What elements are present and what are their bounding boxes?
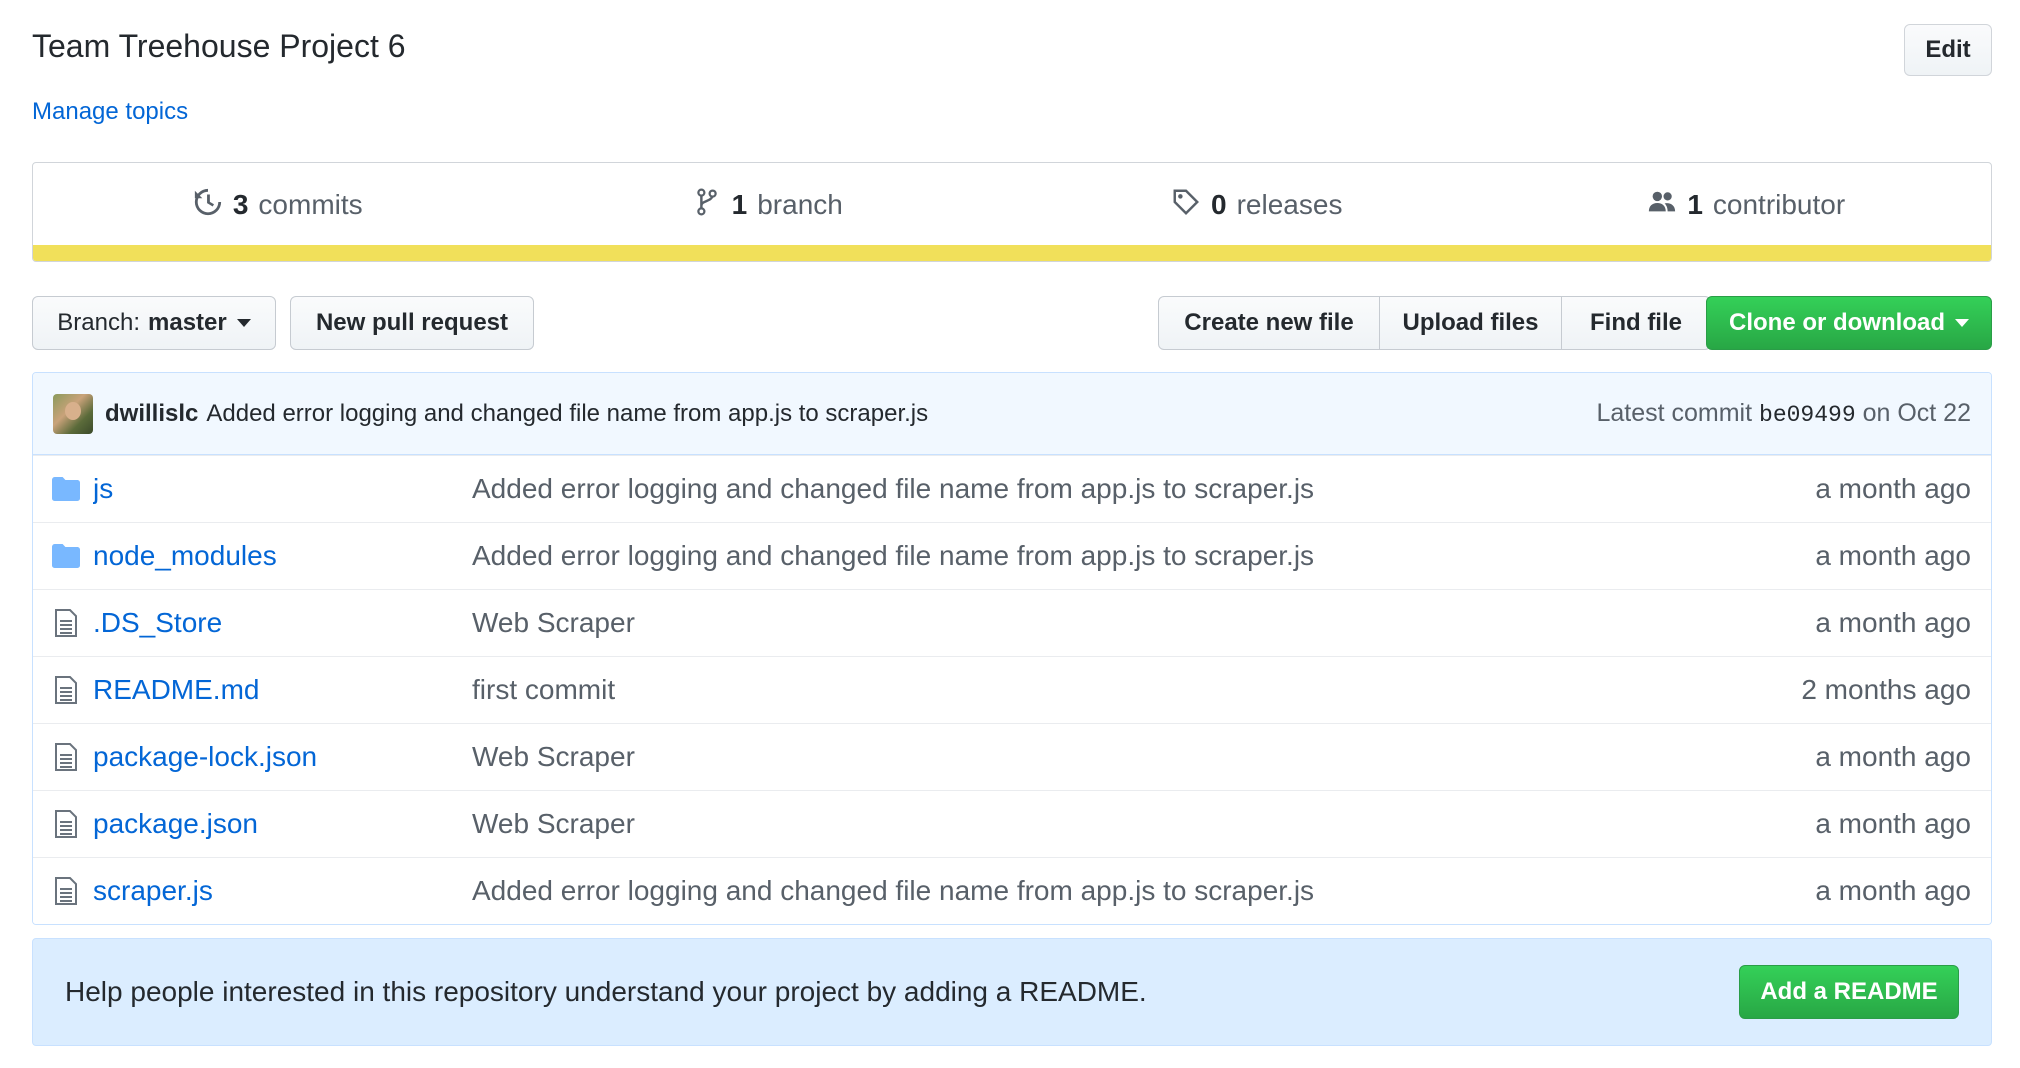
repo-description: Team Treehouse Project 6 (32, 28, 406, 64)
latest-commit-info: Latest commit be09499 on Oct 22 (1596, 399, 1971, 428)
file-name-link[interactable]: README.md (93, 674, 473, 706)
releases-summary-link[interactable]: 0 releases (1012, 163, 1502, 247)
file-row: js Added error logging and changed file … (33, 455, 1991, 522)
readme-prompt-text: Help people interested in this repositor… (65, 976, 1147, 1007)
file-commit-message-link[interactable]: Web Scraper (472, 808, 635, 840)
file-age: 2 months ago (1801, 674, 1971, 705)
chevron-down-icon (1955, 319, 1969, 327)
latest-commit-prefix: Latest commit (1596, 399, 1753, 427)
file-commit-message-link[interactable]: Web Scraper (472, 741, 635, 773)
git-branch-icon (692, 187, 722, 224)
file-icon (51, 609, 81, 637)
branches-count: 1 (731, 189, 748, 220)
commit-message-link[interactable]: Added error logging and changed file nam… (206, 400, 928, 428)
folder-icon (51, 477, 81, 501)
file-row: .DS_Store Web Scraper a month ago (33, 589, 1991, 656)
contributors-count: 1 (1687, 189, 1703, 220)
repo-summary: 3 commits 1 branch 0 releases 1 contribu… (32, 162, 1992, 262)
releases-count: 0 (1211, 189, 1227, 220)
file-navigation-table: dwillislc Added error logging and change… (32, 372, 1992, 925)
commits-summary-link[interactable]: 3 commits (33, 163, 523, 247)
file-age: a month ago (1815, 540, 1971, 571)
branch-select-button[interactable]: Branch: master (32, 296, 276, 350)
file-commit-message-link[interactable]: Added error logging and changed file nam… (472, 473, 1314, 505)
people-icon (1647, 187, 1677, 224)
create-new-file-button[interactable]: Create new file (1158, 296, 1380, 350)
file-age: a month ago (1815, 741, 1971, 772)
branch-name: master (148, 309, 227, 336)
commit-date: on Oct 22 (1862, 399, 1971, 427)
contributors-label: contributor (1712, 189, 1846, 220)
file-row: package-lock.json Web Scraper a month ag… (33, 723, 1991, 790)
file-icon (51, 810, 81, 838)
file-name-link[interactable]: js (93, 473, 473, 505)
commit-author-link[interactable]: dwillislc (105, 400, 198, 428)
branch-prefix: Branch: (57, 309, 140, 336)
file-actions-group: Create new file Upload files Find file (1158, 296, 1711, 350)
file-row: scraper.js Added error logging and chang… (33, 857, 1991, 924)
contributors-summary-link[interactable]: 1 contributor (1502, 163, 1992, 247)
file-commit-message-link[interactable]: first commit (472, 674, 615, 706)
avatar[interactable] (53, 393, 93, 434)
tag-icon (1171, 187, 1201, 224)
language-bar[interactable] (33, 245, 1991, 261)
file-age: a month ago (1815, 473, 1971, 504)
file-commit-message-link[interactable]: Added error logging and changed file nam… (472, 875, 1314, 907)
releases-label: releases (1236, 189, 1343, 220)
file-name-link[interactable]: node_modules (93, 540, 473, 572)
file-icon (51, 743, 81, 771)
latest-commit-bar: dwillislc Added error logging and change… (33, 373, 1991, 455)
file-row: README.md first commit 2 months ago (33, 656, 1991, 723)
edit-description-button[interactable]: Edit (1904, 24, 1992, 76)
new-pull-request-button[interactable]: New pull request (290, 296, 534, 350)
branches-summary-link[interactable]: 1 branch (523, 163, 1013, 247)
commit-sha-link[interactable]: be09499 (1759, 402, 1856, 428)
file-age: a month ago (1815, 875, 1971, 906)
file-row: package.json Web Scraper a month ago (33, 790, 1991, 857)
file-age: a month ago (1815, 808, 1971, 839)
file-name-link[interactable]: package.json (93, 808, 473, 840)
file-row: node_modules Added error logging and cha… (33, 522, 1991, 589)
file-commit-message-link[interactable]: Added error logging and changed file nam… (472, 540, 1314, 572)
file-commit-message-link[interactable]: Web Scraper (472, 607, 635, 639)
file-name-link[interactable]: package-lock.json (93, 741, 473, 773)
clone-or-download-button[interactable]: Clone or download (1706, 296, 1992, 350)
add-readme-prompt: Help people interested in this repositor… (32, 938, 1992, 1046)
branches-label: branch (757, 189, 843, 220)
file-name-link[interactable]: scraper.js (93, 875, 473, 907)
commits-count: 3 (232, 189, 249, 220)
commits-label: commits (258, 189, 363, 220)
find-file-button[interactable]: Find file (1561, 296, 1711, 350)
file-icon (51, 676, 81, 704)
manage-topics-link[interactable]: Manage topics (32, 98, 188, 126)
file-name-link[interactable]: .DS_Store (93, 607, 473, 639)
file-icon (51, 877, 81, 905)
add-readme-button[interactable]: Add a README (1739, 965, 1959, 1019)
clone-label: Clone or download (1729, 309, 1945, 336)
chevron-down-icon (236, 319, 251, 327)
history-icon (193, 187, 223, 224)
file-age: a month ago (1815, 607, 1971, 638)
upload-files-button[interactable]: Upload files (1379, 296, 1562, 350)
folder-icon (51, 544, 81, 568)
